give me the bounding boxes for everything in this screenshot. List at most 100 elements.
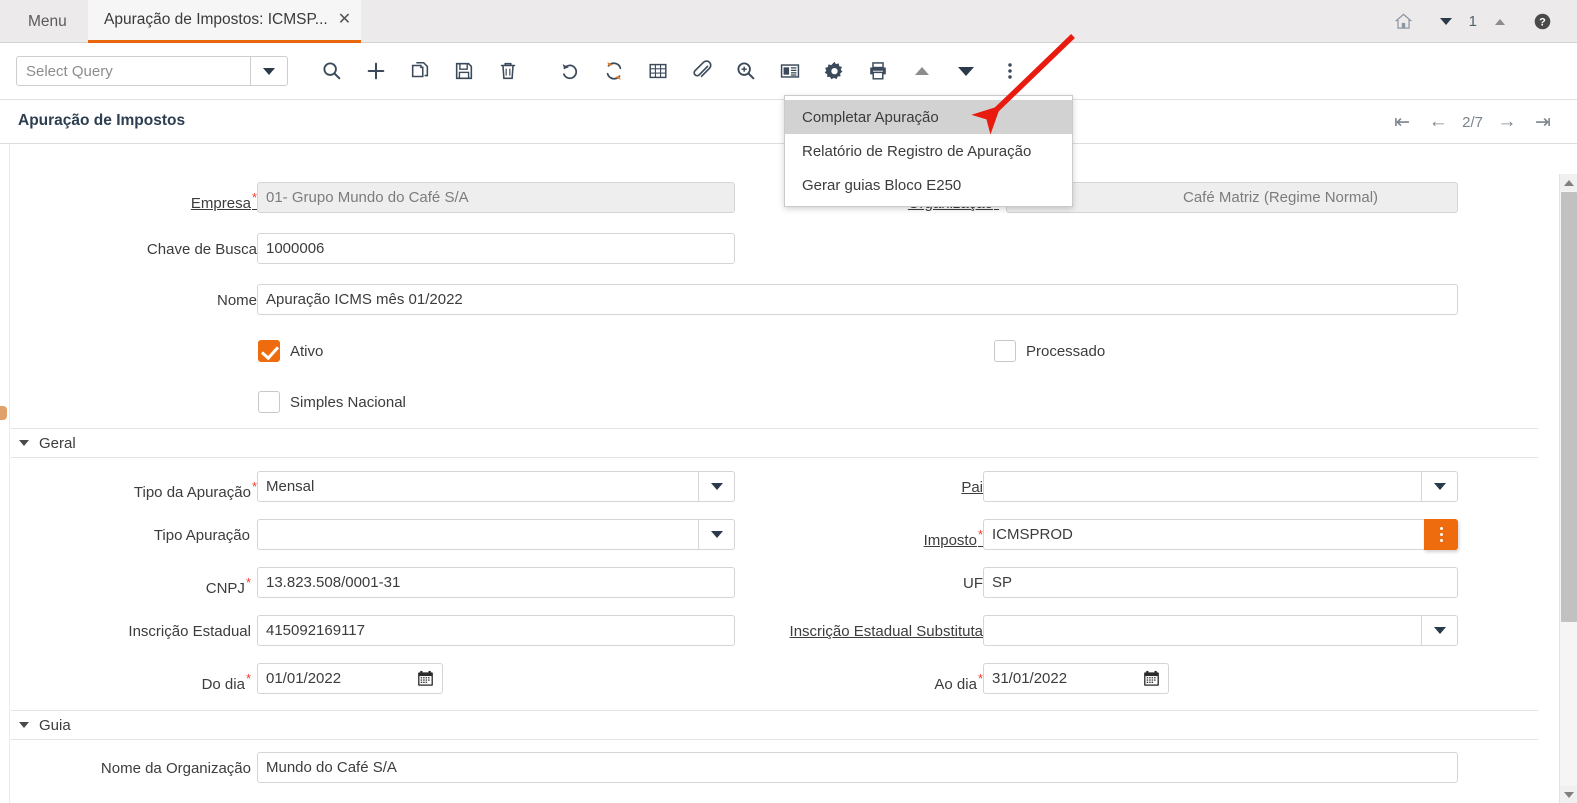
gear-icon[interactable] <box>812 49 856 93</box>
checkbox-processado-box[interactable] <box>994 340 1016 362</box>
field-inscricao-estadual[interactable]: 415092169117 <box>257 615 735 646</box>
window-count: 1 <box>1467 13 1479 30</box>
checkbox-ativo[interactable]: Ativo <box>258 340 323 362</box>
delete-icon[interactable] <box>486 49 530 93</box>
toolbar: Select Query <box>0 43 1577 100</box>
field-tipo-apuracao[interactable] <box>257 519 735 550</box>
report-icon[interactable] <box>768 49 812 93</box>
zoom-icon[interactable] <box>724 49 768 93</box>
field-imposto[interactable]: ICMSPROD <box>983 519 1458 550</box>
form-row-do-dia: Do dia* 01/01/2022 Ao dia* 31/01/2022 <box>11 663 1538 713</box>
imposto-lookup-button[interactable] <box>1424 519 1458 550</box>
field-nome-da-organizacao[interactable]: Mundo do Café S/A <box>257 752 1458 783</box>
label-nome: Nome <box>157 292 257 309</box>
ao-dia-calendar-icon[interactable] <box>1135 663 1169 694</box>
attachment-icon[interactable] <box>680 49 724 93</box>
vertical-scrollbar[interactable] <box>1559 174 1577 803</box>
pai-chevron-down-icon[interactable] <box>1421 472 1457 501</box>
chevron-up-icon[interactable] <box>900 49 944 93</box>
select-query-dropdown[interactable]: Select Query <box>16 56 288 86</box>
checkbox-simples-nacional-label: Simples Nacional <box>290 394 406 411</box>
plus-icon[interactable] <box>354 49 398 93</box>
copy-icon[interactable] <box>398 49 442 93</box>
label-cnpj: CNPJ* <box>167 575 251 597</box>
select-query-chevron-down-icon[interactable] <box>250 57 287 85</box>
checkbox-processado-label: Processado <box>1026 343 1105 360</box>
checkbox-simples-nacional[interactable]: Simples Nacional <box>258 391 406 413</box>
chevron-down-icon <box>19 722 29 728</box>
tab-apuracao-de-impostos[interactable]: Apuração de Impostos: ICMSP... ✕ <box>88 0 361 43</box>
undo-icon[interactable] <box>548 49 592 93</box>
tab-bar: Menu Apuração de Impostos: ICMSP... ✕ 1 … <box>0 0 1577 43</box>
field-organizacao: Café Matriz (Regime Normal) <box>1006 182 1458 213</box>
scroll-up-arrow-icon[interactable] <box>1560 174 1577 191</box>
field-pai[interactable] <box>983 471 1458 502</box>
inscricao-estadual-substituta-chevron-down-icon[interactable] <box>1421 616 1457 645</box>
pager-first-button[interactable]: ⇤ <box>1386 102 1418 142</box>
section-guia[interactable]: Guia <box>11 710 1538 740</box>
tipo-da-apuracao-chevron-down-icon[interactable] <box>698 472 734 501</box>
form-row-cnpj: CNPJ* 13.823.508/0001-31 UF SP <box>11 567 1538 617</box>
menu-item-completar-apuracao[interactable]: Completar Apuração <box>785 100 1072 134</box>
field-inscricao-estadual-substituta[interactable] <box>983 615 1458 646</box>
tipo-apuracao-chevron-down-icon[interactable] <box>698 520 734 549</box>
label-do-dia: Do dia* <box>177 671 251 693</box>
field-cnpj[interactable]: 13.823.508/0001-31 <box>257 567 735 598</box>
label-inscricao-estadual: Inscrição Estadual <box>107 623 251 640</box>
apuracao-form: Empresa* 01- Grupo Mundo do Café S/A Org… <box>11 144 1538 803</box>
window-list-chevron-down-icon[interactable] <box>1425 0 1467 43</box>
form-content: Empresa* 01- Grupo Mundo do Café S/A Org… <box>0 144 1577 803</box>
field-nome[interactable]: Apuração ICMS mês 01/2022 <box>257 284 1458 315</box>
left-collapse-handle[interactable] <box>0 406 7 420</box>
field-ao-dia[interactable]: 31/01/2022 <box>983 663 1135 694</box>
more-vertical-icon[interactable] <box>988 49 1032 93</box>
label-nome-da-organizacao: Nome da Organização <box>87 760 251 777</box>
pager-count: 2/7 <box>1458 114 1487 131</box>
field-uf[interactable]: SP <box>983 567 1458 598</box>
checkbox-ativo-box[interactable] <box>258 340 280 362</box>
label-chave-de-busca: Chave de Busca <box>117 241 257 258</box>
section-guia-title: Guia <box>39 717 71 734</box>
scroll-down-arrow-icon[interactable] <box>1560 786 1577 803</box>
close-icon[interactable]: ✕ <box>338 12 351 28</box>
application-window: Menu Apuração de Impostos: ICMSP... ✕ 1 … <box>0 0 1577 803</box>
label-ao-dia: Ao dia* <box>911 671 983 693</box>
required-marker: * <box>246 671 251 686</box>
print-icon[interactable] <box>856 49 900 93</box>
field-do-dia[interactable]: 01/01/2022 <box>257 663 409 694</box>
menu-item-relatorio-de-registro-de-apuracao[interactable]: Relatório de Registro de Apuração <box>785 134 1072 168</box>
pager-prev-button[interactable]: ← <box>1422 102 1454 142</box>
chevron-down-icon[interactable] <box>944 49 988 93</box>
label-inscricao-estadual-substituta[interactable]: Inscrição Estadual Substituta <box>759 623 983 640</box>
tab-menu[interactable]: Menu <box>12 0 83 43</box>
checkbox-processado[interactable]: Processado <box>994 340 1105 362</box>
do-dia-calendar-icon[interactable] <box>409 663 443 694</box>
checkbox-simples-nacional-box[interactable] <box>258 391 280 413</box>
scrollbar-thumb[interactable] <box>1561 192 1577 622</box>
section-geral[interactable]: Geral <box>11 428 1538 458</box>
tab-menu-label: Menu <box>28 13 67 31</box>
label-pai[interactable]: Pai <box>921 479 983 496</box>
label-imposto[interactable]: Imposto* <box>889 527 983 549</box>
form-row-nome-da-organizacao: Nome da Organização Mundo do Café S/A <box>11 752 1538 802</box>
label-empresa[interactable]: Empresa* <box>177 190 257 212</box>
form-row-nome: Nome Apuração ICMS mês 01/2022 <box>11 284 1538 334</box>
form-row-empresa: Empresa* 01- Grupo Mundo do Café S/A Org… <box>11 182 1538 232</box>
tab-active-label: Apuração de Impostos: ICMSP... <box>104 11 328 29</box>
save-icon[interactable] <box>442 49 486 93</box>
chevron-down-icon <box>19 440 29 446</box>
pager-next-button[interactable]: → <box>1491 102 1523 142</box>
label-uf: UF <box>921 575 983 592</box>
home-icon[interactable] <box>1383 0 1425 43</box>
pager-last-button[interactable]: ⇥ <box>1527 102 1559 142</box>
select-query-input[interactable]: Select Query <box>17 63 250 80</box>
help-icon[interactable]: ? <box>1521 0 1563 43</box>
search-icon[interactable] <box>310 49 354 93</box>
window-collapse-chevron-up-icon[interactable] <box>1479 0 1521 43</box>
menu-item-gerar-guias-bloco-e250[interactable]: Gerar guias Bloco E250 <box>785 168 1072 202</box>
grid-icon[interactable] <box>636 49 680 93</box>
field-tipo-da-apuracao[interactable]: Mensal <box>257 471 735 502</box>
refresh-icon[interactable] <box>592 49 636 93</box>
field-chave-de-busca[interactable]: 1000006 <box>257 233 735 264</box>
required-marker: * <box>246 575 251 590</box>
